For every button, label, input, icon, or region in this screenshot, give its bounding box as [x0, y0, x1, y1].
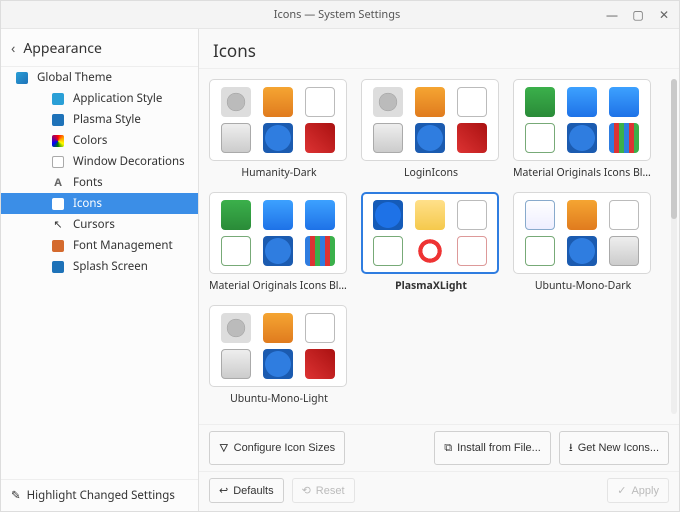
minimize-button[interactable]: — [605, 8, 619, 22]
theme-card[interactable]: Material Originals Icons Blue [513, 79, 653, 180]
sidebar-item-fonts[interactable]: A Fonts [1, 172, 198, 193]
theme-preview [513, 192, 651, 274]
theme-preview [209, 305, 347, 387]
sidebar-item-plasma-style[interactable]: Plasma Style [1, 109, 198, 130]
theme-card[interactable]: PlasmaXLight [361, 192, 501, 293]
check-icon: ✓ [617, 484, 626, 497]
sidebar-item-splash-screen[interactable]: Splash Screen [1, 256, 198, 277]
titlebar: Icons — System Settings — ▢ ✕ [1, 1, 679, 29]
maximize-button[interactable]: ▢ [631, 8, 645, 22]
close-button[interactable]: ✕ [657, 8, 671, 22]
button-label: Apply [631, 485, 659, 497]
theme-label: Material Originals Icons Blu... [209, 274, 349, 293]
apply-button[interactable]: ✓ Apply [607, 478, 669, 503]
theme-card[interactable]: LoginIcons [361, 79, 501, 180]
theme-card[interactable]: Humanity-Dark [209, 79, 349, 180]
colors-icon [51, 134, 65, 148]
icons-icon [51, 197, 65, 211]
page-title: Icons [199, 29, 679, 69]
theme-preview [209, 192, 347, 274]
window-title: Icons — System Settings [69, 7, 605, 22]
font-mgmt-icon [51, 239, 65, 253]
theme-preview [513, 79, 651, 161]
theme-card[interactable]: Ubuntu-Mono-Dark [513, 192, 653, 293]
sidebar-footer-label: Highlight Changed Settings [27, 488, 175, 503]
cursors-icon: ↖ [51, 218, 65, 232]
theme-label: Ubuntu-Mono-Dark [513, 274, 653, 293]
sidebar-item-label: Colors [73, 133, 107, 148]
sidebar-footer-button[interactable]: ✎ Highlight Changed Settings [1, 479, 198, 511]
sidebar-item-label: Font Management [73, 238, 173, 253]
button-label: Defaults [233, 485, 273, 497]
theme-preview [361, 192, 499, 274]
scrollbar-thumb[interactable] [671, 79, 677, 219]
sidebar-item-font-management[interactable]: Font Management [1, 235, 198, 256]
sidebar: ‹ Appearance Global Theme Application St… [1, 29, 199, 511]
theme-grid-scroll[interactable]: Humanity-Dark LoginIcons Material Original… [199, 69, 679, 424]
reset-button[interactable]: ⟲ Reset [292, 478, 355, 503]
sidebar-item-label: Cursors [73, 217, 115, 232]
theme-label: LoginIcons [361, 161, 501, 180]
sidebar-item-label: Global Theme [37, 70, 112, 85]
sidebar-item-colors[interactable]: Colors [1, 130, 198, 151]
splash-icon [51, 260, 65, 274]
button-label: Reset [316, 485, 345, 497]
window-deco-icon [51, 155, 65, 169]
theme-label: Ubuntu-Mono-Light [209, 387, 349, 406]
defaults-icon: ↩ [219, 484, 228, 497]
download-icon: ⭳ [569, 439, 573, 458]
main-pane: Icons Humanity-Dark LoginIcons Material Or… [199, 29, 679, 511]
sliders-icon: 🜄 [219, 437, 229, 459]
sidebar-item-label: Icons [73, 196, 102, 211]
defaults-button[interactable]: ↩ Defaults [209, 478, 284, 503]
body: ‹ Appearance Global Theme Application St… [1, 29, 679, 511]
configure-icon-sizes-button[interactable]: 🜄 Configure Icon Sizes [209, 431, 345, 465]
sidebar-item-label: Window Decorations [73, 154, 185, 169]
button-label: Install from File... [457, 442, 541, 454]
sidebar-item-label: Splash Screen [73, 259, 148, 274]
sidebar-item-window-decorations[interactable]: Window Decorations [1, 151, 198, 172]
install-from-file-button[interactable]: ⧉ Install from File... [434, 431, 551, 465]
theme-grid: Humanity-Dark LoginIcons Material Original… [209, 79, 673, 406]
theme-label: PlasmaXLight [361, 274, 501, 293]
button-label: Get New Icons... [578, 442, 659, 454]
sidebar-item-cursors[interactable]: ↖ Cursors [1, 214, 198, 235]
fonts-icon: A [51, 176, 65, 190]
reset-icon: ⟲ [302, 484, 311, 497]
window: Icons — System Settings — ▢ ✕ ‹ Appearan… [0, 0, 680, 512]
sidebar-list: Global Theme Application Style Plasma St… [1, 66, 198, 479]
scrollbar[interactable] [671, 79, 677, 414]
sidebar-item-global-theme[interactable]: Global Theme [1, 67, 198, 88]
footer-row: ↩ Defaults ⟲ Reset ✓ Apply [199, 471, 679, 511]
window-controls: — ▢ ✕ [605, 8, 671, 22]
theme-label: Humanity-Dark [209, 161, 349, 180]
theme-label: Material Originals Icons Blue [513, 161, 653, 180]
theme-preview [209, 79, 347, 161]
sidebar-back[interactable]: ‹ Appearance [1, 29, 198, 66]
global-theme-icon [15, 71, 29, 85]
sidebar-item-label: Plasma Style [73, 112, 141, 127]
sidebar-item-application-style[interactable]: Application Style [1, 88, 198, 109]
sidebar-item-icons[interactable]: Icons [1, 193, 198, 214]
chevron-left-icon: ‹ [11, 39, 15, 58]
app-style-icon [51, 92, 65, 106]
import-icon: ⧉ [444, 442, 452, 455]
button-label: Configure Icon Sizes [234, 442, 336, 454]
theme-card[interactable]: Material Originals Icons Blu... [209, 192, 349, 293]
get-new-icons-button[interactable]: ⭳ Get New Icons... [559, 431, 669, 465]
sidebar-item-label: Fonts [73, 175, 103, 190]
plasma-style-icon [51, 113, 65, 127]
theme-card[interactable]: Ubuntu-Mono-Light [209, 305, 349, 406]
sidebar-back-label: Appearance [23, 39, 102, 58]
theme-preview [361, 79, 499, 161]
action-row: 🜄 Configure Icon Sizes ⧉ Install from Fi… [199, 424, 679, 471]
pencil-icon: ✎ [11, 488, 21, 503]
sidebar-item-label: Application Style [73, 91, 162, 106]
